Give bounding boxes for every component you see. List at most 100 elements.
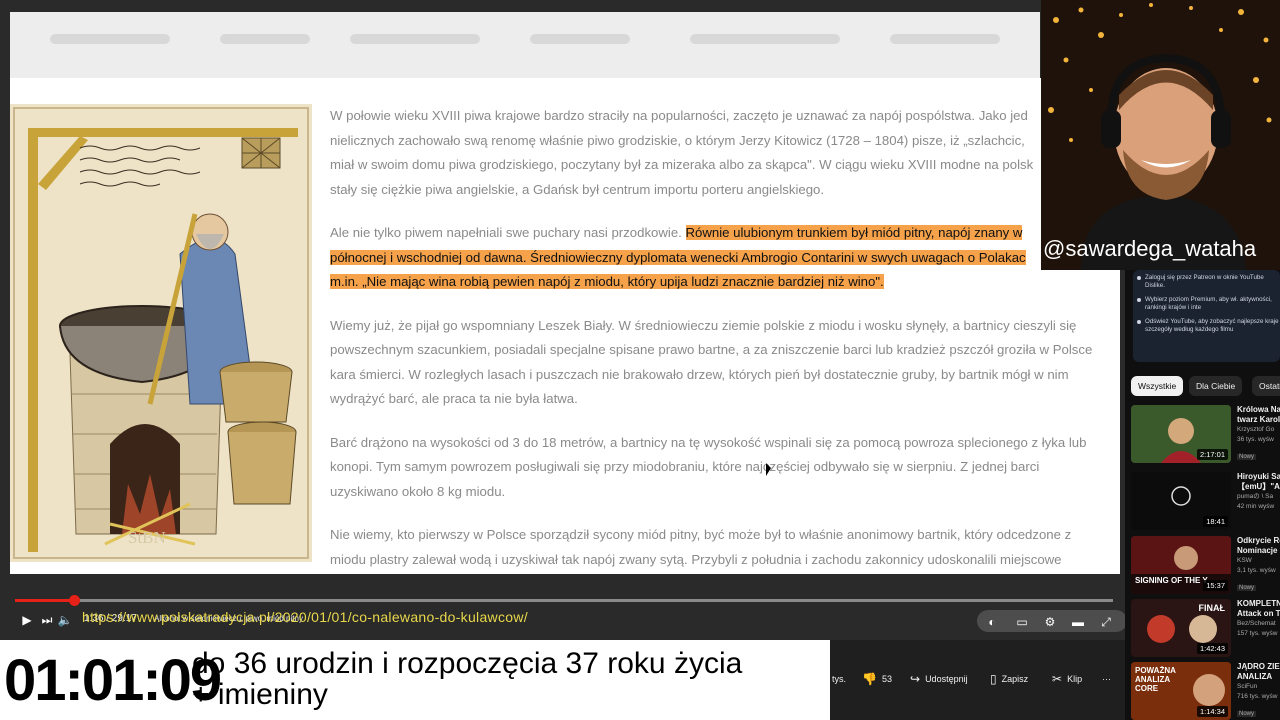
info-row: Zaloguj się przez Patreon w oknie YouTub… (1145, 274, 1264, 289)
video-channel[interactable]: Bez/Schemat (1237, 619, 1280, 629)
video-thumbnail[interactable]: FINAŁ 1:42:43 (1131, 599, 1231, 657)
thumbnail-text: FINAŁ (1198, 603, 1226, 613)
new-badge: Nowy (1237, 585, 1257, 591)
volume-icon[interactable]: 🔈 (56, 611, 74, 629)
highlighted-text: północnej i wschodniej od dawna. Średnio… (330, 249, 1026, 265)
chip-all[interactable]: Wszystkie (1131, 376, 1184, 396)
video-duration: 18:41 (1203, 516, 1228, 527)
paragraph-line: kara śmierci. W rozległych lasach i pusz… (330, 366, 1069, 382)
recommended-video[interactable]: FINAŁ 1:42:43 KOMPLETN Attack on T Bez/S… (1131, 599, 1280, 657)
video-title[interactable]: KOMPLETN (1237, 599, 1280, 609)
chip-for-you[interactable]: Dla Ciebie (1189, 376, 1243, 396)
info-row: Odśwież YouTube, aby zobaczyć najlepsze … (1145, 318, 1280, 333)
video-duration: 1:14:34 (1196, 706, 1228, 717)
paragraph-line: uzyskiwano około 8 kg miodu. (330, 483, 506, 499)
highlighted-text: Równie ulubionym trunkiem był miód pitny… (685, 225, 1023, 240)
info-row: Wybierz poziom Premium, aby wł. aktywnoś… (1145, 296, 1272, 311)
paragraph-line: m.in. „Nie mając wina robią pewien napój… (330, 270, 1120, 295)
share-label: Udostępnij (925, 674, 968, 684)
dislike-extension-info: Zaloguj się przez Patreon w oknie YouTub… (1133, 270, 1280, 362)
chip-recent[interactable]: Ostatni (1252, 376, 1280, 396)
recommended-video[interactable]: SIGNING OF THE Y 15:37 Odkrycie Ro Nomin… (1131, 536, 1280, 594)
paragraph-lead: Ale nie tylko piwem napełniali swe pucha… (330, 225, 686, 240)
caption-line: + imieniny (192, 678, 328, 711)
bullet-icon (1137, 320, 1141, 324)
streamer-webcam (1041, 0, 1280, 270)
new-badge: Nowy (1237, 454, 1257, 460)
paragraph-line: Barć drążono na wysokości od 3 do 18 met… (330, 434, 1087, 450)
fullscreen-icon[interactable]: ⤢ (1097, 613, 1115, 631)
video-channel[interactable]: Krzysztof Go (1237, 425, 1280, 435)
bullet-icon (1137, 276, 1141, 280)
subtitles-icon[interactable]: ▭ (1013, 613, 1031, 631)
video-channel[interactable]: KSW (1237, 556, 1280, 566)
stream-timer: 01:01:09 (4, 648, 222, 713)
video-title-line2[interactable]: Nominacje (1237, 546, 1280, 556)
video-thumbnail[interactable]: POWAŻNA ANALIZA CORE 1:14:34 (1131, 662, 1231, 720)
video-title-line2[interactable]: Attack on T (1237, 609, 1280, 619)
bookmark-icon: ▯ (990, 672, 997, 686)
paragraph-line: miodu plastry zalewał wodą i uzyskiwał t… (330, 551, 1062, 567)
paragraph-line: miał w swoim domu piwa grodziskiego, poc… (330, 157, 1034, 172)
paragraph-line: stały się ciężkie piwa angielskie, a Gda… (330, 181, 825, 197)
thumbnail-text: POWAŻNA ANALIZA CORE (1135, 666, 1176, 693)
video-views: 716 tys. wyśw (1237, 693, 1278, 700)
save-button[interactable]: ▯ Zapisz (990, 667, 1028, 691)
progress-scrubber[interactable] (69, 595, 80, 606)
recommended-video[interactable]: 18:41 Hiroyuki Sa 【emU】"A pumaの \ Sa 42 … (1131, 472, 1280, 530)
video-title-line2[interactable]: ANALIZA (1237, 672, 1280, 682)
dislike-button[interactable]: 👎 53 (862, 667, 892, 691)
save-label: Zapisz (1001, 674, 1029, 684)
share-icon: ↪ (910, 672, 921, 686)
clip-label: Klip (1067, 674, 1083, 684)
thumbnail-text: SIGNING OF THE Y (1135, 576, 1208, 585)
video-channel[interactable]: SciFun (1237, 682, 1280, 692)
play-icon[interactable]: ▶ (18, 611, 36, 629)
bullet-icon (1137, 298, 1141, 302)
video-thumbnail[interactable]: 2:17:01 (1131, 405, 1231, 463)
clip-button[interactable]: ✂ Klip (1052, 667, 1082, 691)
paragraph-line: północnej i wschodniej od dawna. Średnio… (330, 246, 1120, 271)
blurred-site-header (10, 12, 1040, 78)
video-duration: 1:42:43 (1196, 643, 1228, 654)
next-icon[interactable]: ⏭ (38, 611, 56, 629)
paragraph-line: powszechnym szacunkiem, posiadali specja… (330, 342, 1093, 357)
video-duration: 2:17:01 (1196, 449, 1228, 460)
theater-mode-icon[interactable]: ▬ (1069, 613, 1087, 631)
settings-gear-icon[interactable]: ⚙ (1041, 613, 1059, 631)
video-title[interactable]: Odkrycie Ro (1237, 536, 1280, 546)
autoplay-toggle-icon[interactable]: ◐ (983, 613, 1001, 631)
video-title[interactable]: JĄDRO ZIE (1237, 662, 1280, 672)
scissors-icon: ✂ (1052, 672, 1063, 686)
new-badge: Nowy (1237, 711, 1257, 717)
video-channel[interactable]: pumaの \ Sa (1237, 492, 1280, 502)
highlighted-text: m.in. „Nie mając wina robią pewien napój… (330, 274, 884, 289)
video-thumbnail[interactable]: 18:41 (1131, 472, 1231, 530)
video-title-line2[interactable]: twarz Karol (1237, 415, 1280, 425)
paragraph-line: wydrążyć barć, ale praca ta nie była łat… (330, 391, 578, 406)
video-title[interactable]: Hiroyuki Sa (1237, 472, 1280, 482)
video-progress-bar[interactable] (15, 595, 1113, 606)
url-overlay: https://www.polskatradycja.pl/2020/01/01… (82, 609, 528, 625)
video-duration: 15:37 (1203, 580, 1228, 591)
paragraph-line: Wiemy już, że pijał go wspomniany Leszek… (330, 317, 1077, 333)
paragraph-line: Ale nie tylko piwem napełniali swe pucha… (330, 221, 1120, 246)
article-content: StBN W połowie wieku XVIII piwa krajowe … (10, 78, 1120, 574)
video-title[interactable]: Królowa Na (1237, 405, 1280, 415)
video-thumbnail[interactable]: SIGNING OF THE Y 15:37 (1131, 536, 1231, 594)
mouse-cursor-icon (766, 463, 771, 476)
recommended-video[interactable]: 2:17:01 Królowa Na twarz Karol Krzysztof… (1131, 405, 1280, 463)
recommended-video[interactable]: POWAŻNA ANALIZA CORE 1:14:34 JĄDRO ZIE A… (1131, 662, 1280, 720)
share-button[interactable]: ↪ Udostępnij (910, 667, 968, 691)
video-views: 42 min wyśw (1237, 503, 1275, 510)
sidebar: Zaloguj się przez Patreon w oknie YouTub… (1125, 270, 1280, 720)
paragraph-line: konopi. Tym samym powrozem posługiwali s… (330, 459, 1040, 474)
stream-caption: do 36 urodzin i rozpoczęcia 37 roku życi… (192, 648, 832, 710)
like-count-suffix[interactable]: tys. (832, 667, 846, 691)
video-title-line2[interactable]: 【emU】"A (1237, 482, 1280, 492)
dislike-count: 53 (881, 674, 892, 684)
video-views: 36 tys. wyśw (1237, 436, 1274, 443)
more-actions-button[interactable]: ··· (1102, 667, 1111, 691)
browser-page: StBN W połowie wieku XVIII piwa krajowe … (0, 0, 1127, 640)
video-views: 157 tys. wyśw (1237, 630, 1278, 637)
